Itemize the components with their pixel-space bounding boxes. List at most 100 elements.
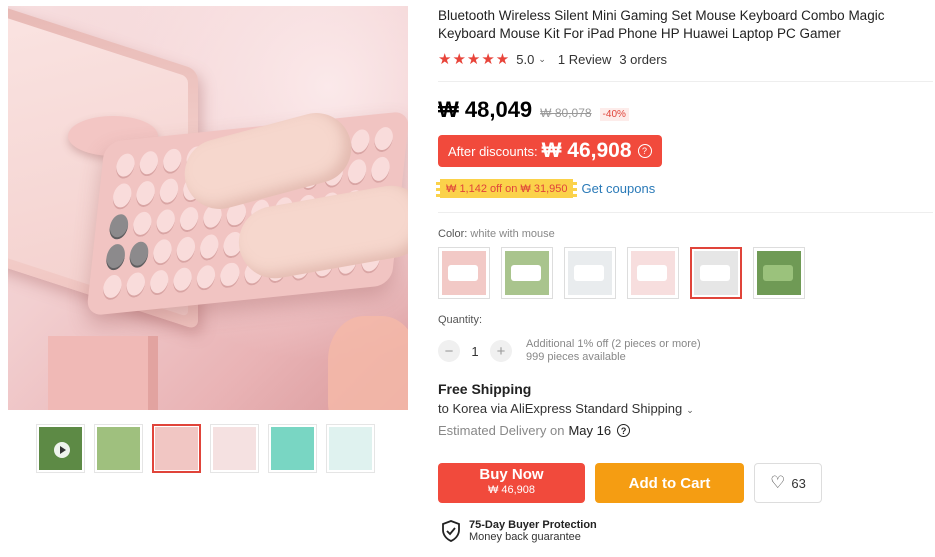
key-illustration (148, 268, 170, 296)
wishlist-count: 63 (791, 475, 806, 491)
thumbnail[interactable] (268, 424, 317, 473)
protection-title: 75-Day Buyer Protection (469, 519, 597, 531)
coupon-tag: ₩ 1,142 off on ₩ 31,950 (435, 179, 578, 198)
wishlist-button[interactable]: ♡ 63 (754, 463, 822, 503)
heart-icon: ♡ (770, 473, 786, 492)
estimated-delivery: Estimated Delivery on May 16 ? (438, 423, 631, 438)
shipping-method[interactable]: to Korea via AliExpress Standard Shippin… (438, 401, 694, 416)
after-discount-banner: After discounts: ₩ 46,908 ? (438, 135, 662, 167)
thumbnail[interactable] (210, 424, 259, 473)
key-illustration (128, 241, 150, 269)
swatch-image (442, 251, 486, 295)
rating-score[interactable]: 5.0 (516, 52, 534, 67)
coupon-row: ₩ 1,142 off on ₩ 31,950 Get coupons (435, 179, 655, 198)
main-product-image[interactable] (8, 6, 408, 410)
key-illustration (175, 236, 197, 264)
cup-illustration (328, 316, 408, 410)
key-illustration (114, 152, 136, 180)
swatch-image (505, 251, 549, 295)
add-to-cart-button[interactable]: Add to Cart (595, 463, 744, 503)
key-illustration (373, 126, 395, 154)
chevron-down-icon: ⌄ (686, 405, 694, 415)
key-illustration (111, 182, 133, 211)
decrease-button[interactable]: − (438, 340, 460, 362)
thumbnail-image (155, 427, 198, 470)
help-icon[interactable]: ? (637, 144, 652, 158)
color-swatch[interactable] (564, 247, 616, 299)
key-illustration (135, 180, 157, 208)
key-illustration (172, 266, 194, 294)
rating-row: ★★★★★ 5.0 ⌄ 1 Review 3 orders (438, 50, 667, 68)
color-label-text: Color: (438, 228, 468, 240)
protection-subtitle: Money back guarantee (469, 531, 581, 543)
original-price: ₩ 80,078 (540, 106, 592, 120)
color-swatch[interactable] (438, 247, 490, 299)
chevron-down-icon[interactable]: ⌄ (538, 54, 546, 65)
selected-color: white with mouse (470, 228, 555, 240)
thumbnail-video[interactable] (36, 424, 85, 473)
key-illustration (195, 264, 217, 292)
swatch-image (694, 251, 738, 295)
shipping-method-text: to Korea via AliExpress Standard Shippin… (438, 401, 683, 416)
stock-available: 999 pieces available (526, 351, 626, 363)
key-illustration (219, 261, 241, 289)
thumbnail-image (271, 427, 314, 470)
quantity-stepper: − 1 + Additional 1% off (2 pieces or mor… (438, 338, 701, 364)
thumbnail-image (97, 427, 140, 470)
color-swatch[interactable] (753, 247, 805, 299)
key-illustration (155, 208, 177, 236)
quantity-input[interactable]: 1 (460, 344, 490, 359)
shipping-title: Free Shipping (438, 381, 532, 397)
swatch-image (757, 251, 801, 295)
thumbnail[interactable] (152, 424, 201, 473)
thumbnail[interactable] (94, 424, 143, 473)
key-illustration (369, 156, 391, 184)
key-illustration (152, 238, 174, 266)
buy-now-label: Buy Now (479, 466, 544, 483)
buyer-protection: 75-Day Buyer Protection Money back guara… (441, 519, 597, 543)
help-icon[interactable]: ? (617, 424, 631, 437)
divider (438, 81, 933, 82)
thumbnail-strip (36, 424, 375, 473)
key-illustration (158, 178, 180, 206)
play-icon (54, 442, 70, 458)
discount-badge: -40% (599, 108, 629, 121)
product-title: Bluetooth Wireless Silent Mini Gaming Se… (438, 8, 885, 41)
key-illustration (346, 158, 368, 186)
key-illustration (161, 147, 183, 176)
color-swatch[interactable] (501, 247, 553, 299)
buy-now-button[interactable]: Buy Now ₩ 46,908 (438, 463, 585, 503)
key-illustration (349, 128, 371, 156)
star-rating-icon: ★★★★★ (438, 51, 511, 68)
key-illustration (105, 243, 127, 271)
buy-now-price: ₩ 46,908 (487, 484, 536, 496)
key-illustration (101, 273, 123, 301)
stand-illustration (48, 336, 158, 410)
quantity-note: Additional 1% off (2 pieces or more) 999… (526, 338, 701, 364)
thumbnail-image (213, 427, 256, 470)
key-illustration (131, 210, 153, 238)
reviews-link[interactable]: 1 Review (558, 52, 611, 67)
color-label: Color: white with mouse (438, 228, 555, 240)
color-swatches (438, 247, 805, 299)
key-illustration (108, 213, 130, 241)
price-row: ₩ 48,049 ₩ 80,078 -40% (438, 97, 629, 123)
bulk-discount-note: Additional 1% off (2 pieces or more) (526, 338, 701, 350)
color-swatch[interactable] (690, 247, 742, 299)
key-illustration (178, 205, 200, 234)
thumbnail[interactable] (326, 424, 375, 473)
after-discount-price: ₩ 46,908 (541, 139, 632, 162)
color-swatch[interactable] (627, 247, 679, 299)
key-illustration (138, 150, 160, 178)
quantity-label: Quantity: (438, 314, 483, 326)
swatch-image (631, 251, 675, 295)
current-price: ₩ 48,049 (438, 97, 533, 122)
divider (438, 212, 933, 213)
thumbnail-image (329, 427, 372, 470)
key-illustration (198, 233, 221, 261)
swatch-image (568, 251, 612, 295)
after-discount-label: After discounts: (448, 143, 538, 159)
get-coupons-link[interactable]: Get coupons (581, 181, 655, 196)
increase-button[interactable]: + (490, 340, 512, 362)
estimated-delivery-label: Estimated Delivery on (438, 423, 565, 438)
